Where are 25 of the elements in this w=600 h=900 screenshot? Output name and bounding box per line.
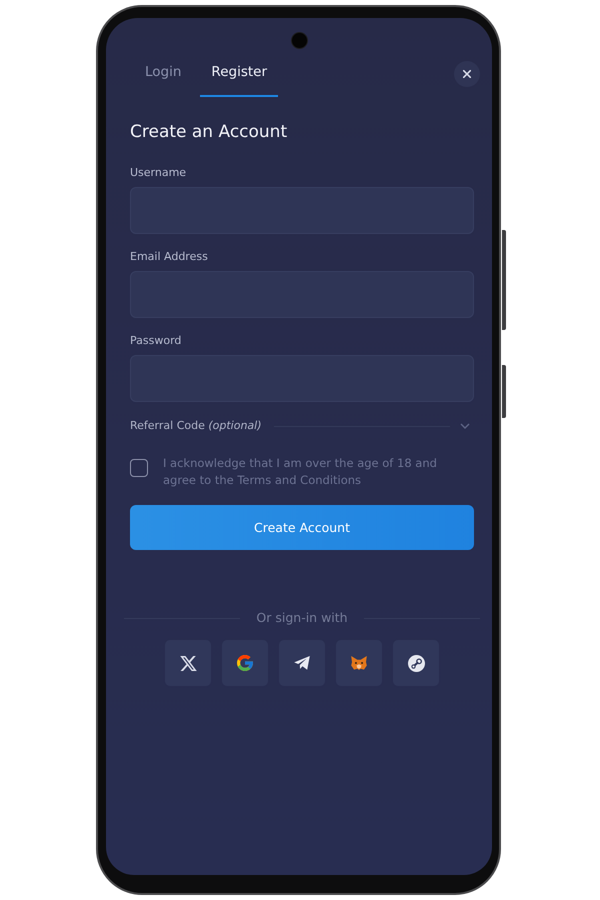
social-sign-in-button[interactable] — [393, 640, 439, 686]
agreement-text: I acknowledge that I am over the age of 18 and agree to the Terms and Conditions — [163, 455, 438, 489]
chevron-down-icon[interactable] — [460, 423, 470, 429]
close-icon — [463, 70, 471, 78]
phone-side-key — [502, 365, 506, 418]
steam-logo-icon — [408, 654, 424, 672]
fox-head-icon — [351, 656, 367, 670]
referral-code-toggle[interactable]: Referral Code (optional) — [130, 419, 262, 433]
paper-plane-icon — [294, 656, 310, 670]
tab[interactable]: Register — [200, 50, 278, 97]
form-title: Create an Account — [130, 121, 288, 143]
google-g-icon — [237, 655, 253, 671]
tab[interactable]: Login — [134, 50, 192, 97]
divider-caption: Or sign-in with — [256, 610, 348, 626]
social-sign-in-button[interactable] — [222, 640, 268, 686]
field-label: Username — [130, 166, 188, 180]
field-label: Password — [130, 334, 182, 348]
field-label: Email Address — [130, 250, 209, 264]
x-logo-icon — [180, 656, 196, 670]
camera-lens-icon — [292, 33, 307, 48]
social-sign-in-button[interactable] — [279, 640, 325, 686]
close-button[interactable] — [454, 60, 480, 86]
checkbox[interactable] — [130, 459, 148, 477]
create-account-button[interactable]: Create Account — [130, 505, 474, 550]
social-sign-in-button[interactable] — [165, 640, 211, 686]
